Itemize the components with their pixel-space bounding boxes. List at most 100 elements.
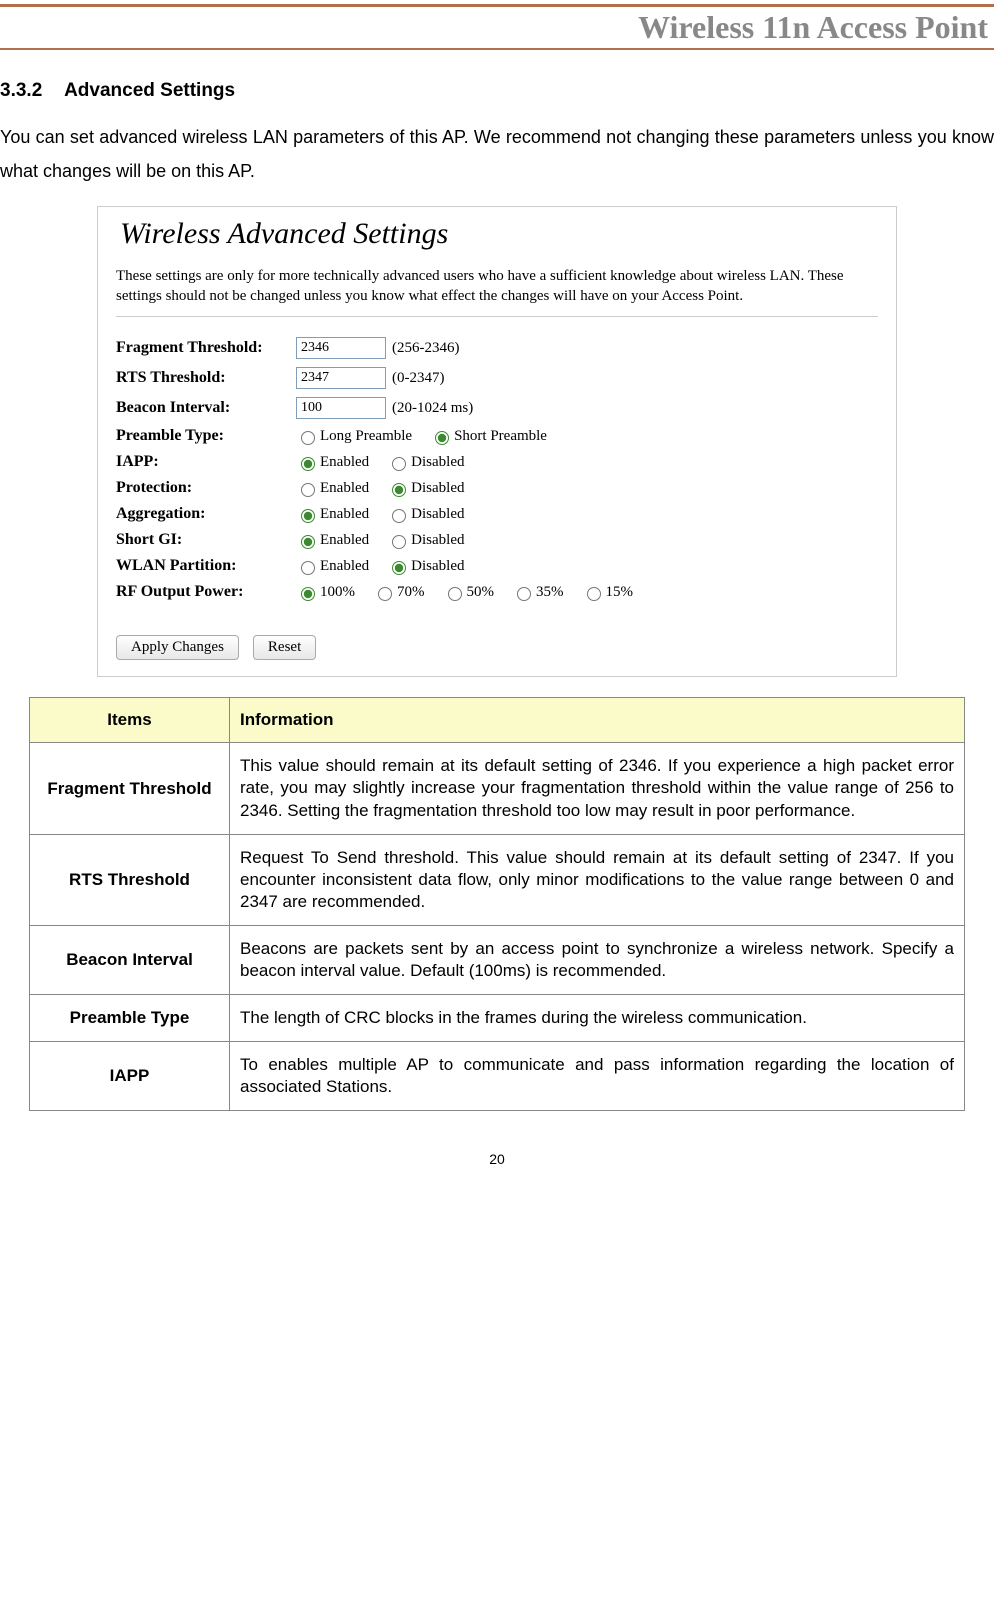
screenshot-title: Wireless Advanced Settings <box>120 217 878 251</box>
form-row: Preamble Type: Long Preamble Short Preambl… <box>116 423 878 449</box>
form-label: Short GI: <box>116 531 296 549</box>
radio-group: Enabled Disabled <box>296 454 476 471</box>
radio-group: 100% 70% 50% 35% 15% <box>296 584 645 601</box>
radio-option[interactable]: Disabled <box>387 506 464 523</box>
radio-label: Short Preamble <box>454 428 547 445</box>
table-row: Fragment ThresholdThis value should rema… <box>30 743 965 834</box>
radio-label: Disabled <box>411 506 464 523</box>
radio-option[interactable]: Disabled <box>387 532 464 549</box>
section-title: Advanced Settings <box>64 80 235 101</box>
screenshot-description: These settings are only for more technic… <box>116 261 878 317</box>
table-item-cell: IAPP <box>30 1042 230 1111</box>
table-row: Beacon IntervalBeacons are packets sent … <box>30 925 965 994</box>
radio-input[interactable] <box>301 431 315 445</box>
table-info-cell: To enables multiple AP to communicate an… <box>230 1042 965 1111</box>
text-input[interactable] <box>296 337 386 359</box>
radio-option[interactable]: 100% <box>296 584 355 601</box>
radio-input[interactable] <box>587 587 601 601</box>
table-item-cell: Fragment Threshold <box>30 743 230 834</box>
form-label: Fragment Threshold: <box>116 339 296 357</box>
form-label: Protection: <box>116 479 296 497</box>
radio-input[interactable] <box>392 509 406 523</box>
radio-option[interactable]: Enabled <box>296 506 369 523</box>
apply-changes-button[interactable]: Apply Changes <box>116 635 239 660</box>
radio-group: Enabled Disabled <box>296 558 476 575</box>
radio-input[interactable] <box>378 587 392 601</box>
radio-option[interactable]: Disabled <box>387 558 464 575</box>
radio-label: 100% <box>320 584 355 601</box>
radio-option[interactable]: Enabled <box>296 532 369 549</box>
radio-label: Disabled <box>411 454 464 471</box>
radio-label: Disabled <box>411 480 464 497</box>
table-item-cell: Beacon Interval <box>30 925 230 994</box>
table-info-cell: This value should remain at its default … <box>230 743 965 834</box>
radio-group: Enabled Disabled <box>296 506 476 523</box>
radio-input[interactable] <box>301 457 315 471</box>
form-label: RTS Threshold: <box>116 369 296 387</box>
radio-label: Long Preamble <box>320 428 412 445</box>
radio-option[interactable]: Enabled <box>296 480 369 497</box>
radio-label: 50% <box>467 584 495 601</box>
radio-option[interactable]: 50% <box>443 584 495 601</box>
radio-input[interactable] <box>435 431 449 445</box>
form-row: Protection: Enabled Disabled <box>116 475 878 501</box>
radio-input[interactable] <box>392 561 406 575</box>
radio-input[interactable] <box>301 587 315 601</box>
radio-input[interactable] <box>301 483 315 497</box>
radio-input[interactable] <box>301 535 315 549</box>
radio-group: Enabled Disabled <box>296 480 476 497</box>
table-row: Preamble TypeThe length of CRC blocks in… <box>30 995 965 1042</box>
form-row: Short GI: Enabled Disabled <box>116 527 878 553</box>
radio-option[interactable]: Disabled <box>387 480 464 497</box>
radio-label: Enabled <box>320 506 369 523</box>
radio-option[interactable]: 70% <box>373 584 425 601</box>
text-input[interactable] <box>296 397 386 419</box>
radio-option[interactable]: Disabled <box>387 454 464 471</box>
form-row: WLAN Partition:Enabled Disabled <box>116 553 878 579</box>
form-label: RF Output Power: <box>116 583 296 601</box>
reset-button[interactable]: Reset <box>253 635 316 660</box>
radio-label: Disabled <box>411 532 464 549</box>
page-header: Wireless 11n Access Point <box>0 4 994 50</box>
form-label: Preamble Type: <box>116 427 296 445</box>
table-info-cell: Request To Send threshold. This value sh… <box>230 834 965 925</box>
radio-input[interactable] <box>392 483 406 497</box>
radio-group: Enabled Disabled <box>296 532 476 549</box>
radio-label: 15% <box>606 584 634 601</box>
radio-option[interactable]: Short Preamble <box>430 428 547 445</box>
radio-input[interactable] <box>392 457 406 471</box>
information-table: Items Information Fragment ThresholdThis… <box>29 697 965 1111</box>
table-item-cell: Preamble Type <box>30 995 230 1042</box>
table-info-cell: The length of CRC blocks in the frames d… <box>230 995 965 1042</box>
radio-option[interactable]: Enabled <box>296 558 369 575</box>
radio-input[interactable] <box>392 535 406 549</box>
radio-label: Enabled <box>320 532 369 549</box>
radio-option[interactable]: Long Preamble <box>296 428 412 445</box>
radio-input[interactable] <box>301 509 315 523</box>
radio-label: Enabled <box>320 480 369 497</box>
radio-option[interactable]: 15% <box>582 584 634 601</box>
section-number: 3.3.2 <box>0 80 46 101</box>
form-row: RTS Threshold:(0-2347) <box>116 363 878 393</box>
text-input[interactable] <box>296 367 386 389</box>
table-item-cell: RTS Threshold <box>30 834 230 925</box>
section-intro: You can set advanced wireless LAN parame… <box>0 120 994 188</box>
form-label: Beacon Interval: <box>116 399 296 417</box>
radio-label: 35% <box>536 584 564 601</box>
range-hint: (20-1024 ms) <box>392 400 473 417</box>
radio-option[interactable]: Enabled <box>296 454 369 471</box>
radio-label: Enabled <box>320 454 369 471</box>
radio-input[interactable] <box>517 587 531 601</box>
table-info-cell: Beacons are packets sent by an access po… <box>230 925 965 994</box>
radio-input[interactable] <box>301 561 315 575</box>
page-number: 20 <box>0 1151 994 1167</box>
radio-input[interactable] <box>448 587 462 601</box>
form-label: WLAN Partition: <box>116 557 296 575</box>
radio-group: Long Preamble Short Preamble <box>296 428 559 445</box>
form-row: IAPP:EnabledDisabled <box>116 449 878 475</box>
radio-option[interactable]: 35% <box>512 584 564 601</box>
range-hint: (256-2346) <box>392 340 460 357</box>
table-header-information: Information <box>230 698 965 743</box>
settings-screenshot: Wireless Advanced Settings These setting… <box>97 206 897 677</box>
table-row: RTS ThresholdRequest To Send threshold. … <box>30 834 965 925</box>
